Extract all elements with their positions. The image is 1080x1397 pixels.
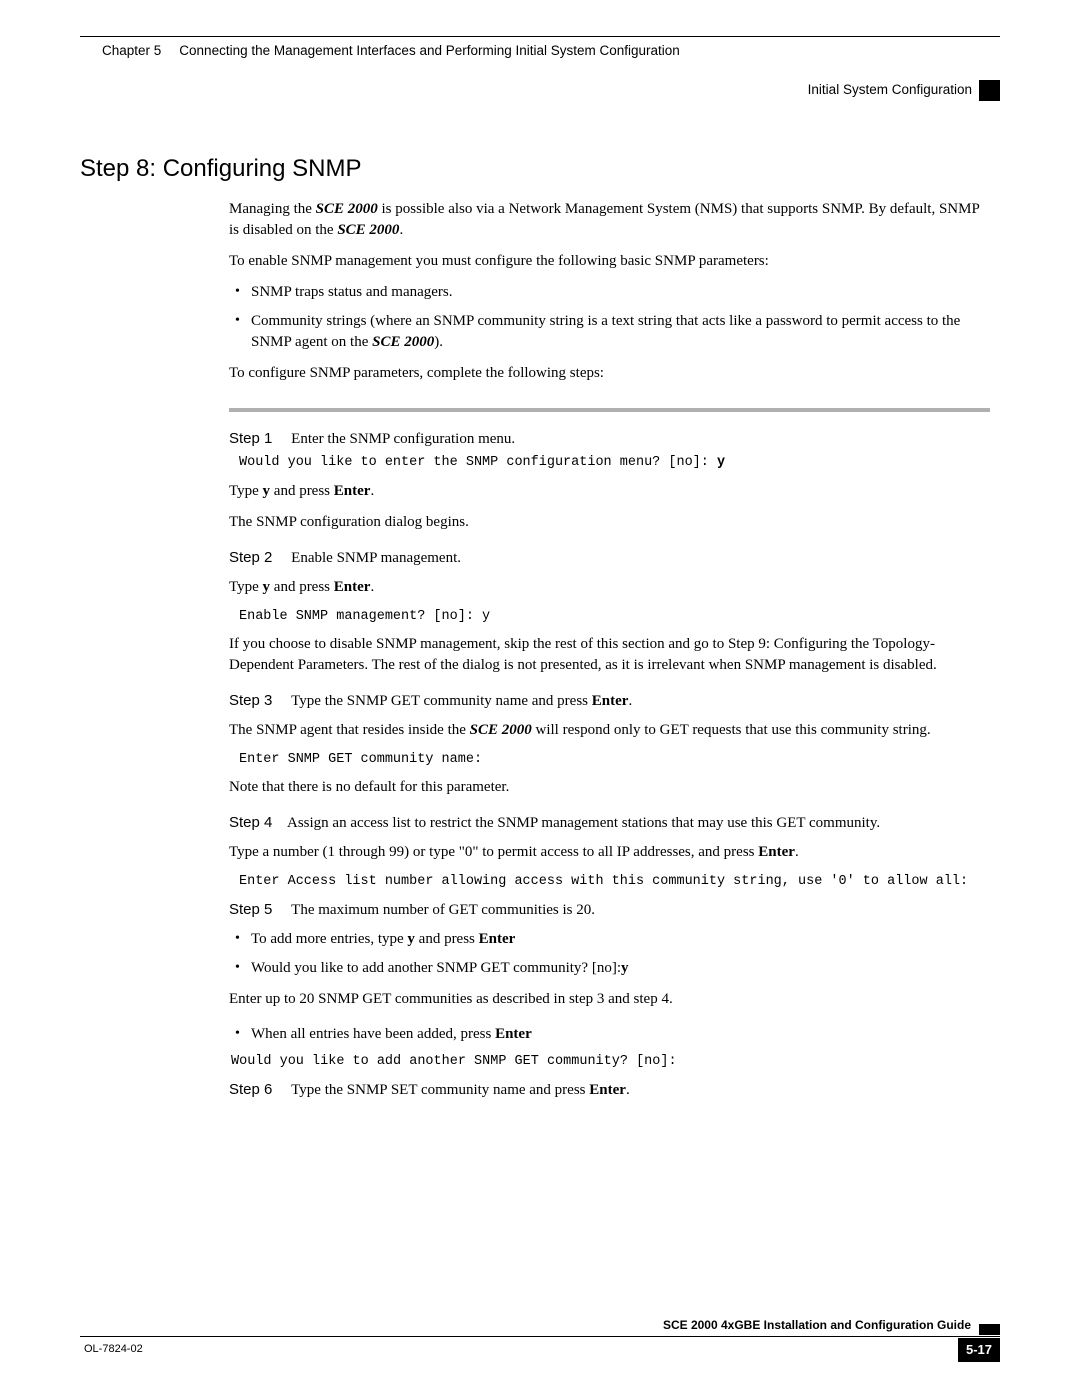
step-title: Enter the SNMP configuration menu. xyxy=(291,431,515,447)
step-label: Step 4 xyxy=(229,812,287,833)
text: and press xyxy=(270,579,334,595)
step-label: Step 1 xyxy=(229,428,287,449)
step-label: Step 5 xyxy=(229,899,287,920)
step-5-heading: Step 5 The maximum number of GET communi… xyxy=(229,899,990,921)
step-3-p1: The SNMP agent that resides inside the S… xyxy=(229,720,990,741)
step-2-heading: Step 2 Enable SNMP management. xyxy=(229,547,990,569)
text: . xyxy=(626,1082,630,1098)
text: ). xyxy=(434,334,443,350)
product-name: SCE 2000 xyxy=(337,222,399,238)
step-title: The maximum number of GET communities is… xyxy=(291,902,595,918)
main-heading: Step 8: Configuring SNMP xyxy=(80,152,1000,186)
text: Type xyxy=(229,579,263,595)
footer-top-row: SCE 2000 4xGBE Installation and Configur… xyxy=(80,1317,1000,1337)
intro-paragraph-2: To enable SNMP management you must confi… xyxy=(229,251,990,272)
intro-paragraph-1: Managing the SCE 2000 is possible also v… xyxy=(229,199,990,241)
text: The SNMP agent that resides inside the xyxy=(229,722,470,738)
page-header: Chapter 5 Connecting the Management Inte… xyxy=(80,36,1000,61)
key: Enter xyxy=(592,693,629,709)
key: Enter xyxy=(479,931,516,947)
code-block: Would you like to add another SNMP GET c… xyxy=(231,1053,990,1071)
product-name: SCE 2000 xyxy=(470,722,532,738)
list-item: To add more entries, type y and press En… xyxy=(229,929,990,950)
text: Managing the xyxy=(229,201,316,217)
list-item: Community strings (where an SNMP communi… xyxy=(229,311,990,353)
step-label: Step 3 xyxy=(229,690,287,711)
key: Enter xyxy=(334,483,371,499)
chapter-title: Connecting the Management Interfaces and… xyxy=(179,42,680,61)
intro-paragraph-3: To configure SNMP parameters, complete t… xyxy=(229,363,990,384)
footer-page-number: 5-17 xyxy=(958,1338,1000,1362)
step-5-bullets-2: When all entries have been added, press … xyxy=(229,1024,990,1045)
footer-page-wrap: 5-17 xyxy=(958,1338,1000,1362)
intro-bullet-list: SNMP traps status and managers. Communit… xyxy=(229,282,990,353)
step-6-heading: Step 6 Type the SNMP SET community name … xyxy=(229,1079,990,1101)
step-3-heading: Step 3 Type the SNMP GET community name … xyxy=(229,690,990,712)
section-label: Initial System Configuration xyxy=(80,81,972,100)
key: y xyxy=(407,931,415,947)
step-2-p1: Type y and press Enter. xyxy=(229,577,990,598)
key: Enter xyxy=(495,1026,532,1042)
key: Enter xyxy=(758,844,795,860)
code-block: Would you like to enter the SNMP configu… xyxy=(239,454,990,472)
step-title: Enable SNMP management. xyxy=(291,550,461,566)
code-text: Would you like to enter the SNMP configu… xyxy=(239,455,717,470)
text: . xyxy=(795,844,799,860)
step-1-p2: The SNMP configuration dialog begins. xyxy=(229,512,990,533)
step-1-heading: Step 1 Enter the SNMP configuration menu… xyxy=(229,428,990,450)
list-item: SNMP traps status and managers. xyxy=(229,282,990,303)
key: y xyxy=(263,483,271,499)
text: will respond only to GET requests that u… xyxy=(532,722,931,738)
list-item: When all entries have been added, press … xyxy=(229,1024,990,1045)
footer-guide-title: SCE 2000 4xGBE Installation and Configur… xyxy=(663,1317,971,1335)
text: Type a number (1 through 99) or type "0"… xyxy=(229,844,758,860)
text: Would you like to add another SNMP GET c… xyxy=(251,960,621,976)
text: To add more entries, type xyxy=(251,931,407,947)
step-1-p1: Type y and press Enter. xyxy=(229,481,990,502)
text: and press xyxy=(270,483,334,499)
key: Enter xyxy=(589,1082,626,1098)
step-2-p2: If you choose to disable SNMP management… xyxy=(229,634,990,676)
text: . xyxy=(370,579,374,595)
document-page: Chapter 5 Connecting the Management Inte… xyxy=(0,0,1080,1397)
code-bold: y xyxy=(717,455,725,470)
key: y xyxy=(621,960,629,976)
text: Type the SNMP SET community name and pre… xyxy=(291,1082,589,1098)
step-3-p2: Note that there is no default for this p… xyxy=(229,777,990,798)
text: and press xyxy=(415,931,479,947)
text: Community strings (where an SNMP communi… xyxy=(251,313,960,350)
step-label: Step 6 xyxy=(229,1079,287,1100)
code-block: Enter Access list number allowing access… xyxy=(239,873,990,891)
text: Type xyxy=(229,483,263,499)
product-name: SCE 2000 xyxy=(316,201,378,217)
text: . xyxy=(399,222,403,238)
text: . xyxy=(370,483,374,499)
step-label: Step 2 xyxy=(229,547,287,568)
footer-black-bar-top xyxy=(979,1324,1000,1335)
key: Enter xyxy=(334,579,371,595)
code-block: Enable SNMP management? [no]: y xyxy=(239,608,990,626)
code-block: Enter SNMP GET community name: xyxy=(239,751,990,769)
step-title: Type the SNMP SET community name and pre… xyxy=(291,1082,630,1098)
footer-bottom-row: OL-7824-02 5-17 xyxy=(80,1337,1000,1362)
text: When all entries have been added, press xyxy=(251,1026,495,1042)
step-title: Assign an access list to restrict the SN… xyxy=(287,813,880,834)
step-4-p1: Type a number (1 through 99) or type "0"… xyxy=(229,842,990,863)
header-black-bar xyxy=(979,80,1000,101)
step-5-bullets-1: To add more entries, type y and press En… xyxy=(229,929,990,979)
step-title: Type the SNMP GET community name and pre… xyxy=(291,693,632,709)
key: y xyxy=(263,579,271,595)
product-name: SCE 2000 xyxy=(372,334,434,350)
chapter-header-line: Chapter 5 Connecting the Management Inte… xyxy=(80,42,1000,61)
step-5-p1: Enter up to 20 SNMP GET communities as d… xyxy=(229,989,990,1010)
footer-doc-number: OL-7824-02 xyxy=(84,1342,143,1357)
step-4-heading: Step 4 Assign an access list to restrict… xyxy=(229,812,990,834)
list-item: Would you like to add another SNMP GET c… xyxy=(229,958,990,979)
content-area: Managing the SCE 2000 is possible also v… xyxy=(229,199,990,1101)
chapter-label: Chapter 5 xyxy=(102,42,161,61)
text: . xyxy=(628,693,632,709)
text: Type the SNMP GET community name and pre… xyxy=(291,693,592,709)
horizontal-divider xyxy=(229,408,990,412)
page-footer: SCE 2000 4xGBE Installation and Configur… xyxy=(80,1317,1000,1362)
